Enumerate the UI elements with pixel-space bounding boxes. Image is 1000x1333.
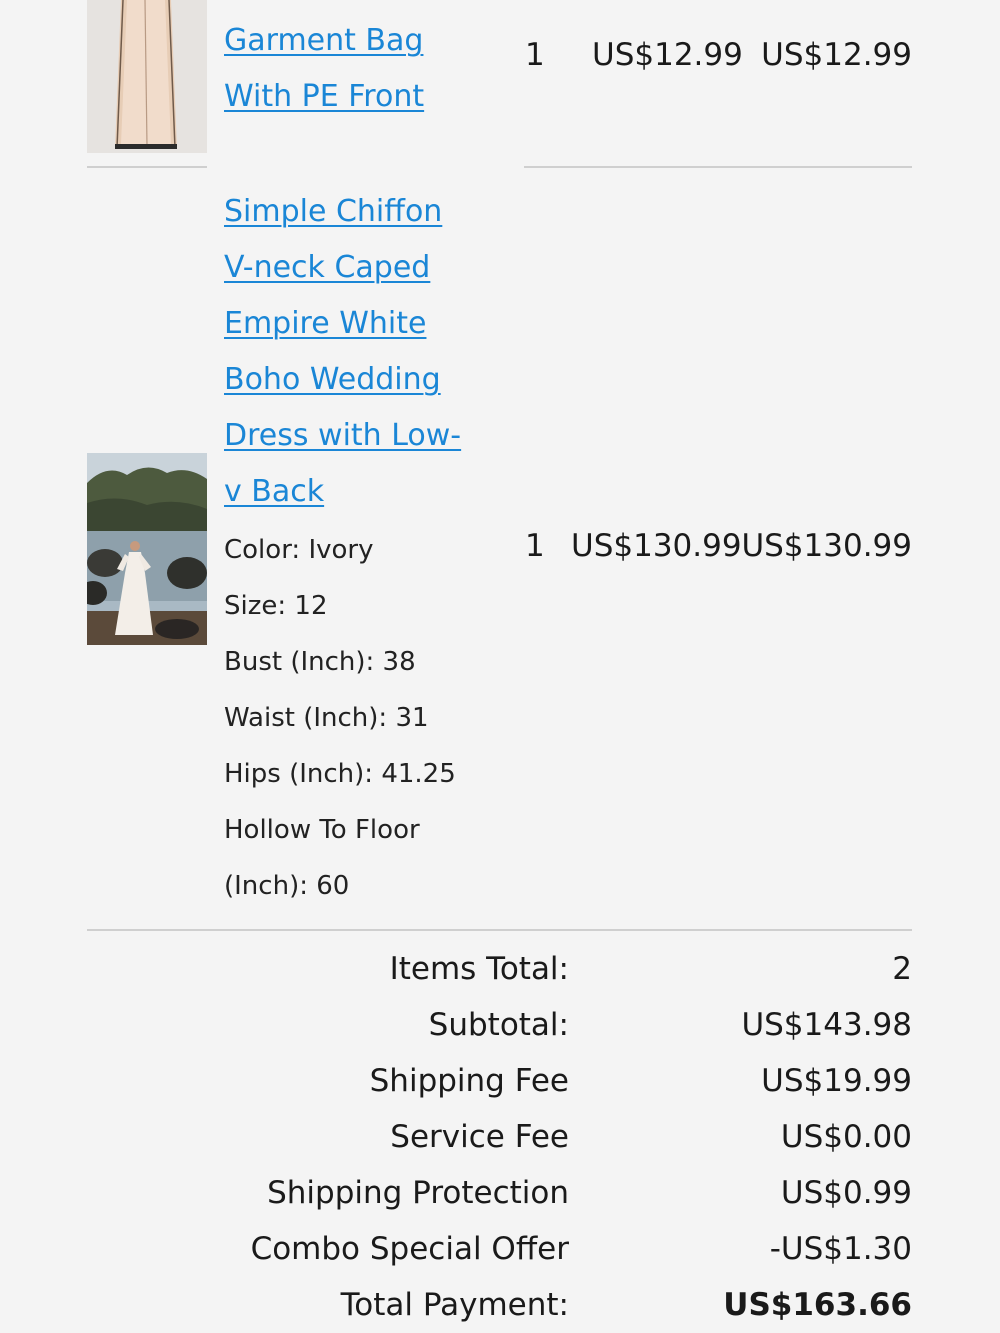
summary-shipping-fee: Shipping Fee US$19.99: [0, 1055, 1000, 1111]
summary-value: US$0.00: [780, 1119, 912, 1155]
attr-waist: Waist (Inch): 31: [224, 703, 429, 733]
attr-hollow-to-floor: Hollow To Floor: [224, 815, 420, 845]
summary-value: US$19.99: [761, 1063, 912, 1099]
summary-shipping-protection: Shipping Protection US$0.99: [0, 1167, 1000, 1223]
summary-value: -US$1.30: [769, 1231, 912, 1267]
summary-items-total: Items Total: 2: [0, 943, 1000, 999]
garment-bag-title-link[interactable]: Non-woven Garment Bag With PE Front: [224, 0, 494, 125]
summary-combo-offer: Combo Special Offer -US$1.30: [0, 1223, 1000, 1279]
item-total-price: US$12.99: [761, 37, 912, 73]
attr-hollow-to-floor-value: (Inch): 60: [224, 871, 350, 901]
summary-value: US$0.99: [780, 1175, 912, 1211]
summary-subtotal: Subtotal: US$143.98: [0, 999, 1000, 1055]
wedding-dress-image[interactable]: [87, 453, 207, 645]
summary-value: US$143.98: [741, 1007, 912, 1043]
attr-bust: Bust (Inch): 38: [224, 647, 416, 677]
summary-label: Shipping Protection: [267, 1175, 569, 1211]
summary-label: Service Fee: [390, 1119, 569, 1155]
item-unit-price: US$130.99: [571, 528, 742, 564]
summary-label: Subtotal:: [428, 1007, 569, 1043]
attr-size: Size: 12: [224, 591, 328, 621]
summary-label: Total Payment:: [340, 1287, 569, 1323]
item-attributes: Color: Ivory Size: 12 Bust (Inch): 38 Wa…: [224, 522, 456, 914]
summary-total-payment: Total Payment: US$163.66: [0, 1279, 1000, 1333]
total-payment-value: US$163.66: [723, 1287, 912, 1323]
item-quantity: 1: [525, 37, 545, 73]
summary-divider: [87, 929, 912, 931]
row-divider: [87, 166, 207, 168]
attr-hips: Hips (Inch): 41.25: [224, 759, 456, 789]
summary-value: 2: [892, 951, 912, 987]
item-total-price: US$130.99: [741, 528, 912, 564]
summary-label: Combo Special Offer: [250, 1231, 569, 1267]
summary-label: Shipping Fee: [369, 1063, 569, 1099]
row-divider: [524, 166, 912, 168]
summary-label: Items Total:: [389, 951, 569, 987]
order-summary: Items Total: 2 Subtotal: US$143.98 Shipp…: [0, 943, 1000, 1333]
order-summary-page: Non-woven Garment Bag With PE Front 1 US…: [0, 0, 1000, 1333]
item-unit-price: US$12.99: [592, 37, 743, 73]
garment-bag-image[interactable]: [87, 0, 207, 153]
summary-service-fee: Service Fee US$0.00: [0, 1111, 1000, 1167]
attr-color: Color: Ivory: [224, 535, 374, 565]
wedding-dress-title-link[interactable]: Simple Chiffon V-neck Caped Empire White…: [224, 184, 494, 520]
item-quantity: 1: [525, 528, 545, 564]
